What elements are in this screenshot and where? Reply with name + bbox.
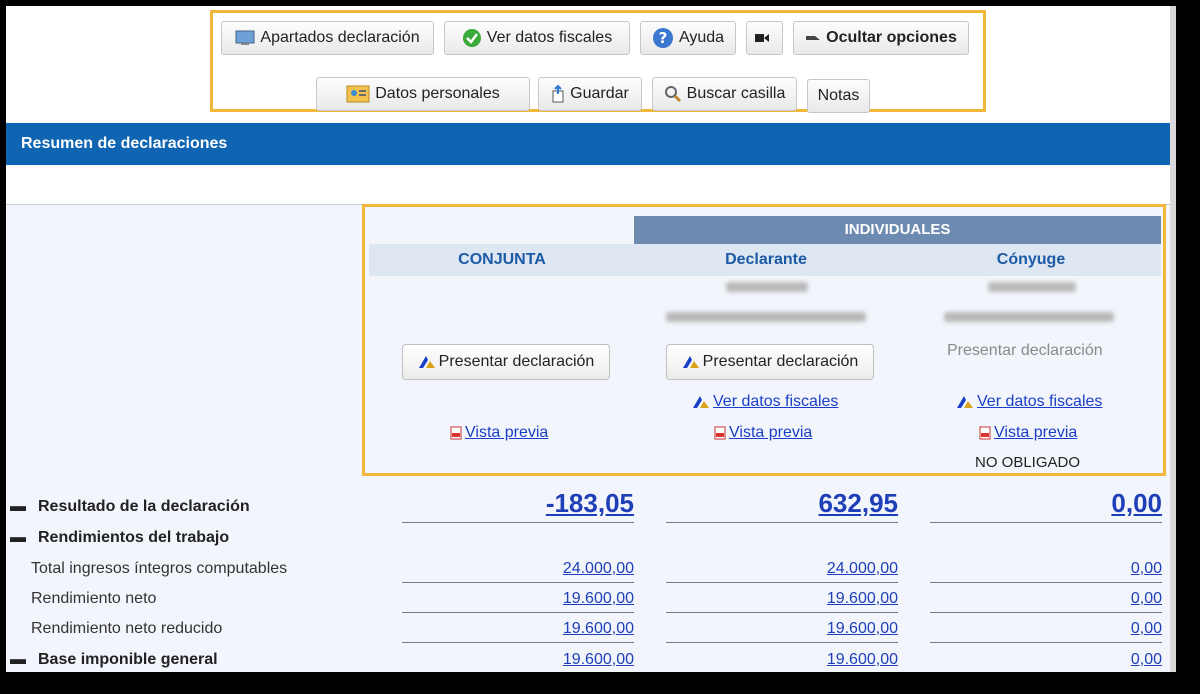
- video-button[interactable]: [746, 21, 783, 55]
- row-divider: [402, 582, 634, 583]
- notas-button[interactable]: Notas: [807, 79, 870, 113]
- row-divider: [402, 612, 634, 613]
- section-header: Resumen de declaraciones: [6, 123, 1170, 165]
- datos-personales-button[interactable]: Datos personales: [316, 77, 530, 111]
- row-divider: [930, 522, 1162, 523]
- row-rendimientos-label: Rendimientos del trabajo: [38, 529, 230, 546]
- ayuda-label: Ayuda: [678, 29, 725, 46]
- screenshot-frame: Apartados declaración Ver datos fiscales…: [0, 0, 1200, 694]
- guardar-button[interactable]: Guardar: [538, 77, 642, 111]
- video-camera-icon: [755, 34, 769, 42]
- buscar-label: Buscar casilla: [686, 85, 786, 102]
- row-resultado-label: Resultado de la declaración: [38, 498, 250, 515]
- base-imponible-declarante[interactable]: 19.600,00: [666, 651, 898, 669]
- section-title: Resumen de declaraciones: [21, 135, 228, 152]
- row-arrow-icon: ▬: [10, 529, 26, 546]
- base-imponible-conyuge[interactable]: 0,00: [930, 651, 1162, 669]
- resultado-conjunta-value[interactable]: -183,05: [402, 488, 634, 519]
- collapse-arrow-icon: [806, 36, 821, 40]
- apartados-declaracion-button[interactable]: Apartados declaración: [221, 21, 434, 55]
- row-divider: [666, 522, 898, 523]
- total-ingresos-conjunta[interactable]: 24.000,00: [402, 560, 634, 578]
- row-rendimiento-neto-reducido: Rendimiento neto reducido: [31, 620, 223, 637]
- save-icon: [552, 84, 564, 103]
- page: Apartados declaración Ver datos fiscales…: [6, 6, 1176, 672]
- row-divider: [402, 522, 634, 523]
- rendimiento-neto-declarante[interactable]: 19.600,00: [666, 590, 898, 608]
- search-icon: [664, 86, 681, 103]
- ayuda-button[interactable]: ? Ayuda: [640, 21, 736, 55]
- row-resultado: ▬ Resultado de la declaración: [10, 498, 250, 516]
- ocultar-label: Ocultar opciones: [826, 29, 957, 46]
- row-divider: [666, 582, 898, 583]
- row-divider: [666, 612, 898, 613]
- rendimiento-neto-conjunta[interactable]: 19.600,00: [402, 590, 634, 608]
- personal-data-icon: [346, 85, 370, 103]
- row-divider: [930, 642, 1162, 643]
- guardar-label: Guardar: [570, 85, 629, 102]
- ver-datos-label: Ver datos fiscales: [486, 29, 613, 46]
- row-divider: [402, 642, 634, 643]
- rendimiento-reducido-declarante[interactable]: 19.600,00: [666, 620, 898, 638]
- buscar-casilla-button[interactable]: Buscar casilla: [652, 77, 797, 111]
- row-divider: [930, 612, 1162, 613]
- rendimiento-reducido-conyuge[interactable]: 0,00: [930, 620, 1162, 638]
- rendimiento-reducido-conjunta[interactable]: 19.600,00: [402, 620, 634, 638]
- row-rendimientos-trabajo: ▬ Rendimientos del trabajo: [10, 529, 229, 547]
- row-rendimiento-neto: Rendimiento neto: [31, 590, 157, 607]
- row-divider: [666, 642, 898, 643]
- row-divider: [930, 582, 1162, 583]
- ver-datos-fiscales-button[interactable]: Ver datos fiscales: [444, 21, 630, 55]
- svg-text:?: ?: [659, 29, 668, 47]
- ocultar-opciones-button[interactable]: Ocultar opciones: [793, 21, 969, 55]
- total-ingresos-conyuge[interactable]: 0,00: [930, 560, 1162, 578]
- check-icon: [462, 29, 481, 47]
- resultado-declarante-value[interactable]: 632,95: [666, 488, 898, 519]
- base-imponible-conjunta[interactable]: 19.600,00: [402, 651, 634, 669]
- scrollbar[interactable]: [1170, 6, 1176, 672]
- declarations-highlight-box: [362, 204, 1166, 476]
- toolbar: Apartados declaración Ver datos fiscales…: [210, 10, 986, 113]
- apartados-label: Apartados declaración: [260, 29, 420, 46]
- datos-personales-label: Datos personales: [375, 85, 500, 102]
- monitor-icon: [235, 30, 255, 45]
- row-arrow-icon: ▬: [10, 498, 26, 515]
- row-base-imponible: ▬ Base imponible general: [10, 651, 218, 669]
- rendimiento-neto-conyuge[interactable]: 0,00: [930, 590, 1162, 608]
- row-arrow-icon: ▬: [10, 651, 26, 668]
- total-ingresos-declarante[interactable]: 24.000,00: [666, 560, 898, 578]
- resultado-conyuge-value[interactable]: 0,00: [930, 488, 1162, 519]
- help-icon: ?: [652, 28, 673, 48]
- row-total-ingresos: Total ingresos íntegros computables: [31, 560, 288, 577]
- notas-label: Notas: [817, 87, 860, 104]
- row-base-imponible-label: Base imponible general: [38, 651, 218, 668]
